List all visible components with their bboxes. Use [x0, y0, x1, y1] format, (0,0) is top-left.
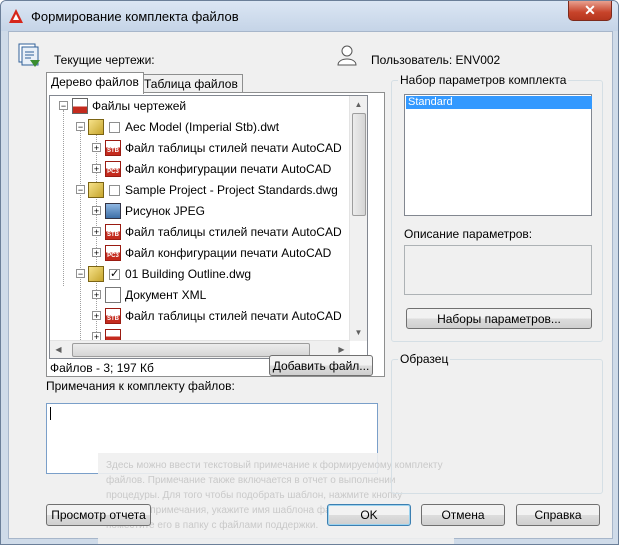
etransmit-icon	[18, 43, 40, 67]
text-cursor	[50, 407, 51, 420]
tree-item-label: Файл конфигурации печати AutoCAD	[125, 246, 332, 260]
dialog-window: Формирование комплекта файлов ✕ Текущие …	[0, 0, 619, 545]
description-box	[404, 245, 592, 295]
collapse-icon[interactable]: −	[59, 101, 68, 111]
files-summary: Файлов - 3; 197 Кб	[50, 361, 154, 375]
expand-icon[interactable]: +	[92, 206, 101, 216]
tree-item-dependency[interactable]: + PC3 Файл конфигурации печати AutoCAD	[50, 243, 350, 263]
tree-item-label: Рисунок JPEG	[125, 204, 205, 218]
current-drawings-label: Текущие чертежи:	[54, 53, 155, 67]
description-label: Описание параметров:	[404, 227, 533, 241]
expand-icon[interactable]: +	[92, 164, 101, 174]
drawing-set-icon	[72, 98, 88, 114]
expand-icon[interactable]: +	[92, 311, 101, 321]
user-label: Пользователь: ENV002	[371, 53, 501, 67]
collapse-icon[interactable]: −	[76, 122, 85, 132]
expand-icon[interactable]: +	[92, 143, 101, 153]
dialog-client: Текущие чертежи: Пользователь: ENV002 Де…	[8, 31, 613, 544]
tree-item-drawing[interactable]: − ✓ 01 Building Outline.dwg	[50, 264, 350, 284]
xml-icon	[105, 287, 121, 303]
settings-list[interactable]: Standard	[404, 94, 592, 216]
file-tree-panel: − Файлы чертежей − Aec Model (Imperial S…	[46, 92, 385, 377]
add-file-button[interactable]: Добавить файл...	[269, 355, 373, 376]
tree-root[interactable]: − Файлы чертежей	[50, 96, 350, 116]
tab-file-table-label: Таблица файлов	[144, 77, 238, 91]
scroll-down-arrow-icon[interactable]: ▼	[350, 324, 367, 341]
tree-item-dependency[interactable]: + STB Файл таблицы стилей печати AutoCAD	[50, 222, 350, 242]
image-icon	[105, 203, 121, 219]
autocad-logo-icon	[9, 9, 23, 23]
include-checkbox[interactable]	[109, 122, 120, 133]
notes-label: Примечания к комплекту файлов:	[46, 379, 235, 393]
tree-item-label: Документ XML	[125, 288, 207, 302]
tree-item-drawing[interactable]: − Sample Project - Project Standards.dwg	[50, 180, 350, 200]
dwg-icon	[88, 119, 104, 135]
tree-item-label: Файл таблицы стилей печати AutoCAD	[125, 225, 342, 239]
stb-icon: STB	[105, 308, 121, 324]
close-button[interactable]: ✕	[568, 1, 612, 21]
tab-file-tree-label: Дерево файлов	[51, 75, 139, 89]
tree-item-dependency[interactable]: + Документ XML	[50, 285, 350, 305]
collapse-icon[interactable]: −	[76, 185, 85, 195]
file-tree[interactable]: − Файлы чертежей − Aec Model (Imperial S…	[49, 95, 368, 359]
tree-item-dependency[interactable]: + PC3 Файл конфигурации печати AutoCAD	[50, 159, 350, 179]
cancel-button[interactable]: Отмена	[421, 504, 505, 526]
help-button[interactable]: Справка	[516, 504, 600, 526]
dwg-icon	[88, 266, 104, 282]
settings-list-item-selected[interactable]: Standard	[406, 96, 592, 109]
scroll-thumb[interactable]	[352, 113, 366, 216]
dwg-icon	[88, 182, 104, 198]
tree-item-dependency[interactable]: + STB Файл таблицы стилей печати AutoCAD	[50, 138, 350, 158]
expand-icon[interactable]: +	[92, 227, 101, 237]
scroll-up-arrow-icon[interactable]: ▲	[350, 96, 367, 113]
tree-item-label: Файл таблицы стилей печати AutoCAD	[125, 309, 342, 323]
stb-icon: STB	[105, 140, 121, 156]
settings-group-label: Набор параметров комплекта	[398, 73, 569, 87]
include-checkbox[interactable]	[109, 185, 120, 196]
expand-icon[interactable]: +	[92, 248, 101, 258]
settings-group: Набор параметров комплекта Standard Опис…	[391, 73, 603, 342]
title-bar[interactable]: Формирование комплекта файлов ✕	[1, 1, 618, 31]
tab-file-tree[interactable]: Дерево файлов	[46, 72, 144, 94]
ok-button[interactable]: OK	[327, 504, 411, 526]
include-checkbox-checked[interactable]: ✓	[109, 269, 120, 280]
tree-item-dependency[interactable]: + STB Файл таблицы стилей печати AutoCAD	[50, 306, 350, 326]
tree-item-label: Sample Project - Project Standards.dwg	[125, 183, 338, 197]
tree-item-label: Файл таблицы стилей печати AutoCAD	[125, 141, 342, 155]
tree-item-drawing[interactable]: − Aec Model (Imperial Stb).dwt	[50, 117, 350, 137]
tree-item-label: Aec Model (Imperial Stb).dwt	[125, 120, 280, 134]
tree-vertical-scrollbar[interactable]: ▲ ▼	[349, 96, 367, 341]
user-icon	[337, 45, 357, 66]
expand-icon[interactable]: +	[92, 290, 101, 300]
tree-item-label: 01 Building Outline.dwg	[125, 267, 252, 281]
scroll-left-arrow-icon[interactable]: ◀	[50, 341, 67, 358]
tree-root-label: Файлы чертежей	[92, 99, 187, 113]
tab-file-table[interactable]: Таблица файлов	[139, 74, 243, 94]
stb-icon: STB	[105, 224, 121, 240]
view-report-button[interactable]: Просмотр отчета	[46, 504, 151, 526]
pc3-icon: PC3	[105, 161, 121, 177]
tree-item-label: Файл конфигурации печати AutoCAD	[125, 162, 332, 176]
pc3-icon: PC3	[105, 245, 121, 261]
settings-sets-button[interactable]: Наборы параметров...	[406, 308, 592, 329]
collapse-icon[interactable]: −	[76, 269, 85, 279]
preview-group: Образец	[391, 352, 603, 494]
preview-group-label: Образец	[398, 352, 451, 366]
window-title: Формирование комплекта файлов	[31, 9, 239, 24]
tree-item-dependency[interactable]: + Рисунок JPEG	[50, 201, 350, 221]
